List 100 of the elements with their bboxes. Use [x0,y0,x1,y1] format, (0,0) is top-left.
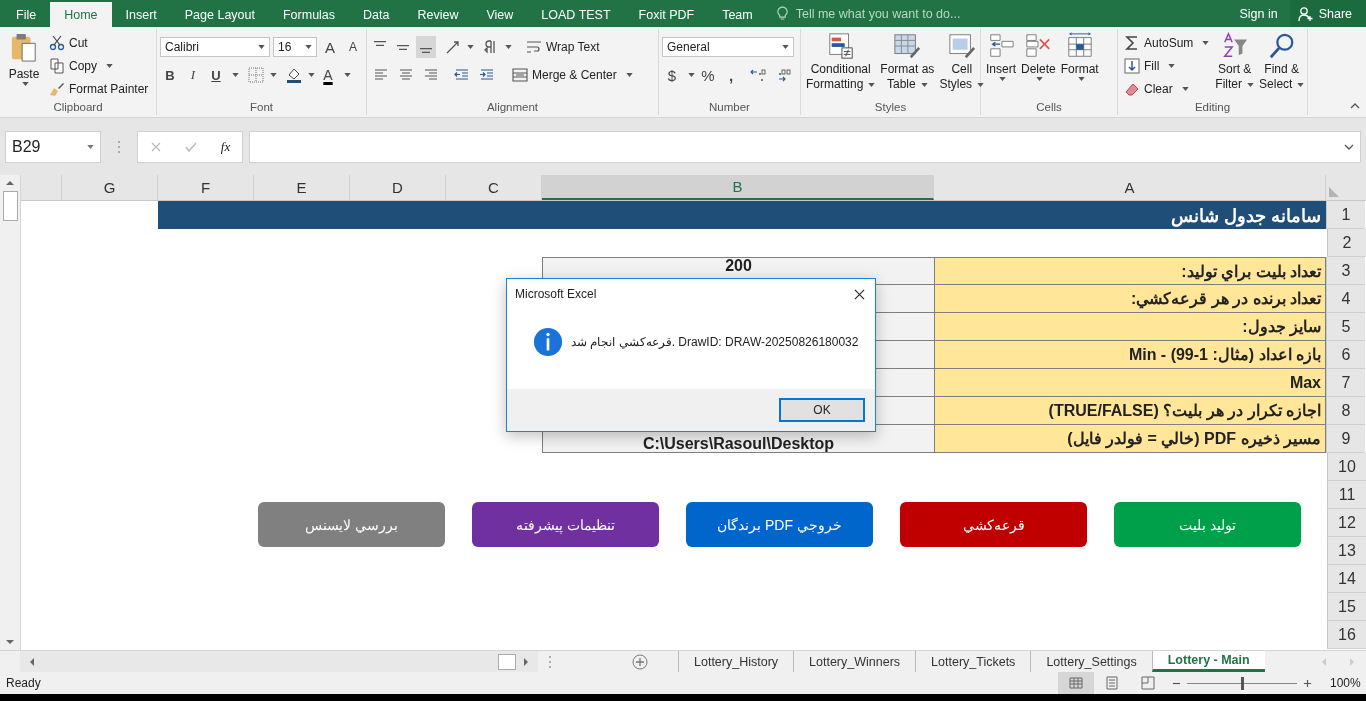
grip-icon[interactable] [117,139,121,154]
currency-button[interactable]: $ [662,64,682,86]
delete-button[interactable]: Delete [1019,32,1058,100]
scrollbar-thumb[interactable] [2,191,18,221]
format-painter-button[interactable]: Format Painter [46,78,152,99]
autosum-button[interactable]: AutoSum [1121,32,1213,53]
number-format-dropdown[interactable]: General [662,37,794,57]
normal-view-icon[interactable] [1058,672,1094,694]
row-header[interactable]: 2 [1327,229,1366,257]
row-header[interactable]: 4 [1326,285,1365,313]
sheet-tab[interactable]: Lottery - Main [1151,651,1265,672]
horizontal-scrollbar[interactable] [20,651,538,672]
row-header[interactable]: 15 [1327,593,1366,621]
ribbon-tab[interactable]: Foxit PDF [624,2,709,27]
fill-color-icon[interactable] [286,67,302,83]
column-header[interactable]: F [158,175,254,200]
underline-button[interactable]: U [206,64,226,86]
ribbon-tab[interactable]: File [2,2,51,27]
tell-me-field[interactable]: Tell me what you want to do... [793,0,998,27]
ribbon-tab[interactable]: Page Layout [170,2,269,27]
scroll-right-icon[interactable] [522,656,530,667]
macro-button[interactable]: بررسي لايسنس [258,502,445,547]
font-color-button[interactable]: A [318,64,338,86]
ribbon-tab[interactable]: Review [403,2,473,27]
column-header[interactable]: A [934,175,1326,200]
collapse-ribbon-icon[interactable] [1350,103,1360,109]
row-header[interactable]: 6 [1326,341,1365,369]
fill-button[interactable]: Fill [1121,55,1213,76]
scroll-down-icon[interactable] [5,638,15,646]
cut-button[interactable]: Cut [46,32,152,53]
scrollbar-thumb[interactable] [498,653,516,670]
italic-button[interactable]: I [183,64,203,86]
formula-input[interactable] [249,130,1361,163]
percent-button[interactable]: % [698,64,718,86]
comma-button[interactable]: , [721,64,741,86]
ok-button[interactable]: OK [779,398,865,422]
row-header[interactable]: 14 [1327,565,1366,593]
vertical-scrollbar[interactable] [0,175,21,650]
ribbon-tab[interactable]: Formulas [268,2,350,27]
zoom-in-icon[interactable] [1303,678,1312,688]
ribbon-tab[interactable]: Insert [111,2,171,27]
format-as-table-button[interactable]: Format as Table [878,32,937,100]
insert-button[interactable]: Insert [984,32,1018,100]
format-button[interactable]: Format [1058,32,1101,100]
macro-button[interactable]: قرعه‌کشي [900,502,1087,547]
paste-button[interactable]: Paste [3,32,45,100]
caret-icon[interactable] [308,73,315,77]
copy-button[interactable]: Copy [46,55,152,76]
ribbon-tab[interactable]: Data [349,2,404,27]
ribbon-tab[interactable]: Team [708,2,767,27]
increase-decimal-icon[interactable] [750,67,768,83]
wrap-text-button[interactable]: Wrap Text [523,36,603,58]
row-header[interactable]: 12 [1327,509,1366,537]
cell-styles-button[interactable]: Cell Styles [937,32,987,100]
scroll-up-icon[interactable] [5,179,15,187]
row-header[interactable]: 10 [1327,453,1366,481]
conditional-formatting-button[interactable]: Conditional Formatting [804,32,878,100]
clear-button[interactable]: Clear [1121,78,1213,99]
decrease-font-size-button[interactable]: A [343,36,363,58]
ribbon-tab[interactable]: Home [50,2,112,27]
find-select-button[interactable]: Find & Select [1257,32,1307,100]
bold-button[interactable]: B [160,64,180,86]
caret-icon[interactable] [232,73,239,77]
row-header[interactable]: 1 [1326,201,1365,229]
font-size-dropdown[interactable]: 16 [273,37,317,57]
increase-font-size-button[interactable]: A [320,36,340,58]
row-header[interactable]: 5 [1326,313,1365,341]
row-header[interactable]: 11 [1327,481,1366,509]
sign-in-link[interactable]: Sign in [1227,0,1290,27]
enter-check-icon[interactable] [185,140,198,153]
caret-icon[interactable] [270,73,277,77]
sort-filter-button[interactable]: Sort & Filter [1213,32,1257,100]
column-header[interactable]: B [542,175,934,200]
row-header[interactable]: 3 [1326,257,1365,285]
ribbon-tab[interactable]: View [472,2,528,27]
insert-function-button[interactable]: fx [220,138,231,155]
share-button[interactable]: Share [1289,0,1366,27]
orientation-icon[interactable] [445,39,461,55]
macro-button[interactable]: خروجي PDF برندگان [686,502,873,547]
row-header[interactable]: 16 [1327,621,1366,649]
ribbon-tab[interactable]: LOAD TEST [527,2,625,27]
font-family-dropdown[interactable]: Calibri [160,37,270,57]
zoom-slider-thumb[interactable] [1241,676,1244,690]
close-icon[interactable] [854,288,865,300]
macro-button[interactable]: تنظيمات پيشرفته [472,502,659,547]
scroll-left-icon[interactable] [28,656,36,667]
column-header[interactable]: E [254,175,350,200]
row-header[interactable]: 13 [1327,537,1366,565]
column-header[interactable]: G [62,175,158,200]
caret-icon[interactable] [505,45,512,49]
vertical-align-button[interactable] [416,36,436,58]
column-header[interactable]: D [350,175,446,200]
caret-icon[interactable] [344,73,351,77]
name-box[interactable]: B29 [5,130,101,163]
caret-icon[interactable] [688,73,695,77]
row-header[interactable]: 8 [1326,397,1365,425]
zoom-level[interactable]: 100% [1330,676,1360,690]
caret-icon[interactable] [467,45,474,49]
grip-icon[interactable] [548,654,552,669]
row-header[interactable]: 9 [1326,425,1365,453]
